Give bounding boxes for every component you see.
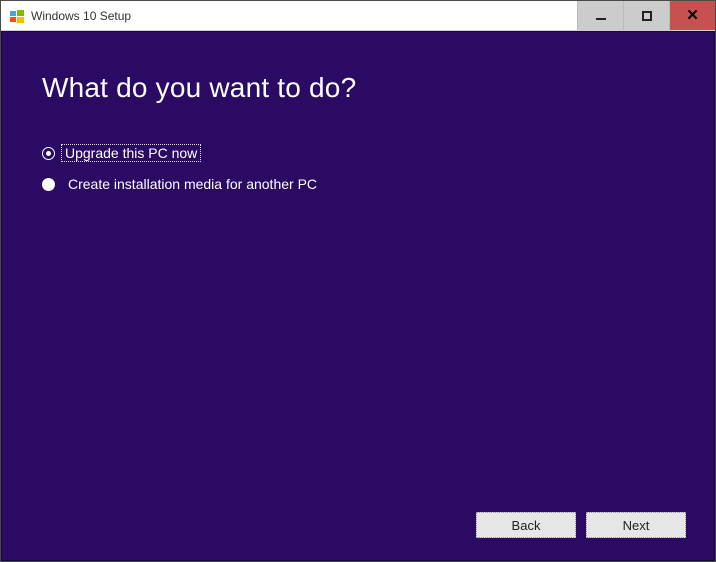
app-icon xyxy=(9,8,25,24)
setup-window: Windows 10 Setup ✕ What do you want to d… xyxy=(0,0,716,562)
footer-nav: Back Next xyxy=(476,512,686,538)
radio-icon xyxy=(42,147,55,160)
radio-label: Upgrade this PC now xyxy=(61,144,201,162)
radio-option-create-media[interactable]: Create installation media for another PC xyxy=(42,176,674,192)
content-area: What do you want to do? Upgrade this PC … xyxy=(1,31,715,561)
window-controls: ✕ xyxy=(577,1,715,30)
window-title: Windows 10 Setup xyxy=(31,9,577,23)
titlebar: Windows 10 Setup ✕ xyxy=(1,1,715,31)
radio-icon xyxy=(42,178,55,191)
close-button[interactable]: ✕ xyxy=(669,1,715,30)
minimize-button[interactable] xyxy=(577,1,623,30)
close-icon: ✕ xyxy=(686,8,699,23)
radio-label: Create installation media for another PC xyxy=(65,176,320,192)
next-button[interactable]: Next xyxy=(586,512,686,538)
back-button[interactable]: Back xyxy=(476,512,576,538)
page-heading: What do you want to do? xyxy=(42,72,674,104)
maximize-button[interactable] xyxy=(623,1,669,30)
options-group: Upgrade this PC now Create installation … xyxy=(42,144,674,192)
radio-option-upgrade[interactable]: Upgrade this PC now xyxy=(42,144,674,162)
